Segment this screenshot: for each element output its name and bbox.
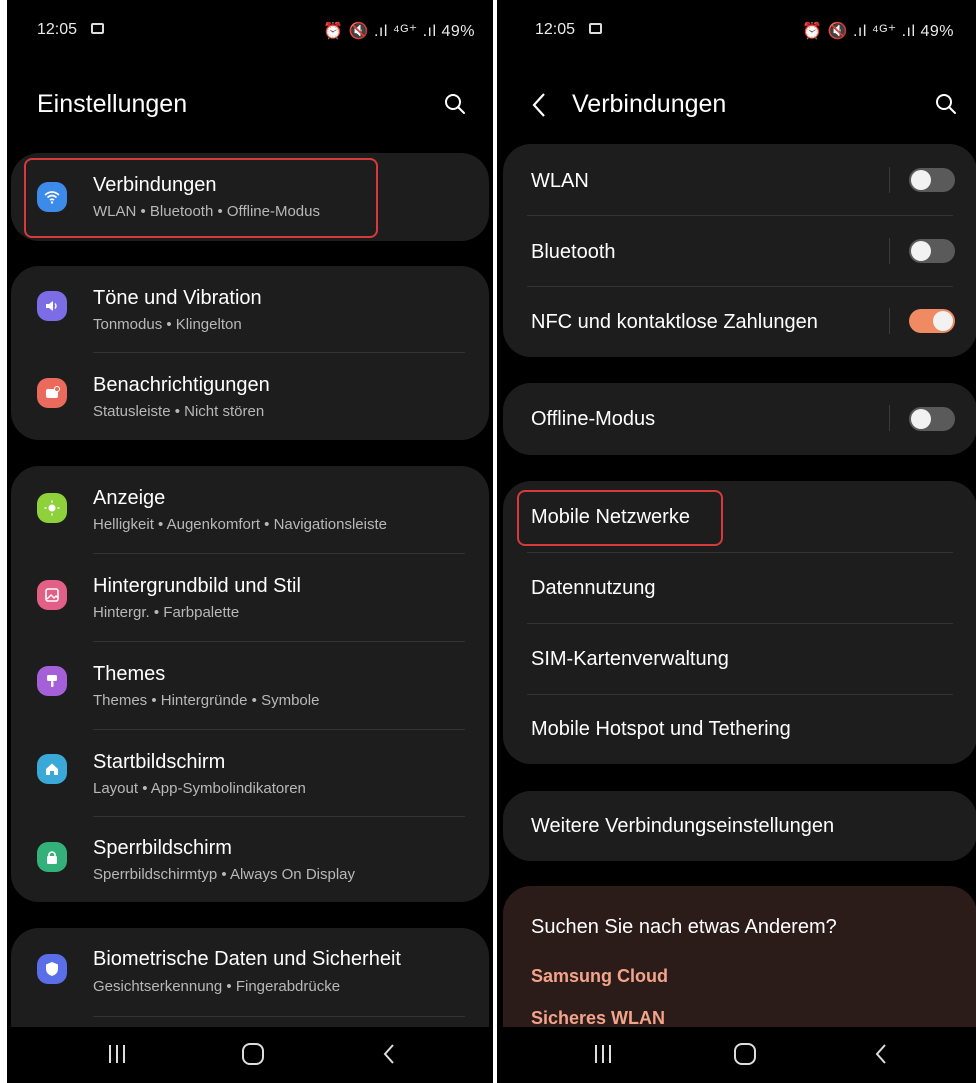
bluetooth-toggle[interactable] — [909, 239, 955, 263]
weitere-row[interactable]: Weitere Verbindungseinstellungen — [503, 791, 976, 861]
hotspot-row[interactable]: Mobile Hotspot und Tethering — [503, 695, 976, 764]
back-icon[interactable] — [873, 1043, 889, 1065]
settings-item-anzeige[interactable]: Anzeige Helligkeit • Augenkomfort • Navi… — [11, 466, 489, 553]
home-button-icon[interactable] — [733, 1043, 757, 1065]
gallery-notification-icon — [589, 23, 602, 34]
bluetooth-row[interactable]: Bluetooth — [503, 216, 976, 287]
search-icon[interactable] — [935, 93, 957, 115]
item-label: Mobile Hotspot und Tethering — [531, 718, 791, 740]
nfc-row[interactable]: NFC und kontaktlose Zahlungen — [503, 287, 976, 357]
offline-toggle[interactable] — [909, 407, 955, 431]
separator — [889, 308, 890, 334]
status-bar: 12:05 ⏰ 🔇 .ıl ⁴ᴳ⁺ .ıl 49% — [7, 18, 493, 42]
item-subtitle: Hintergr. • Farbpalette — [93, 604, 240, 621]
item-subtitle: Sperrbildschirmtyp • Always On Display — [93, 866, 356, 883]
separator — [889, 405, 890, 431]
toggle-group: WLAN Bluetooth NFC und kontaktlose Zahlu… — [503, 144, 976, 357]
settings-group-sound: Töne und Vibration Tonmodus • Klingelton… — [11, 266, 489, 440]
navigation-bar — [497, 1027, 976, 1083]
item-title: Anzeige — [93, 487, 166, 509]
settings-item-toene[interactable]: Töne und Vibration Tonmodus • Klingelton — [11, 266, 489, 353]
nfc-toggle[interactable] — [909, 309, 955, 333]
highlight-box-verbindungen — [24, 158, 378, 238]
shield-icon — [37, 954, 67, 984]
recent-apps-icon[interactable] — [593, 1043, 613, 1065]
brush-icon — [37, 666, 67, 696]
lock-icon — [37, 842, 67, 872]
connections-screen: 12:05 ⏰ 🔇 .ıl ⁴ᴳ⁺ .ıl 49% Verbindungen W… — [497, 0, 976, 1083]
item-label: SIM-Kartenverwaltung — [531, 648, 729, 670]
status-icons: ⏰ 🔇 .ıl ⁴ᴳ⁺ .ıl 49% — [323, 23, 475, 40]
item-subtitle: Statusleiste • Nicht stören — [93, 403, 265, 420]
item-title: Startbildschirm — [93, 751, 226, 773]
item-title: Themes — [93, 663, 166, 685]
gallery-notification-icon — [91, 23, 104, 34]
back-arrow-icon[interactable] — [531, 92, 547, 118]
page-title: Einstellungen — [37, 90, 188, 118]
bluetooth-label: Bluetooth — [531, 241, 616, 263]
offline-row[interactable]: Offline-Modus — [503, 383, 976, 455]
more-group: Weitere Verbindungseinstellungen — [503, 791, 976, 861]
back-icon[interactable] — [381, 1043, 397, 1065]
notification-icon — [37, 378, 67, 408]
item-subtitle: Helligkeit • Augenkomfort • Navigationsl… — [93, 516, 387, 533]
settings-item-hintergrundbild[interactable]: Hintergrundbild und Stil Hintergr. • Far… — [11, 554, 489, 641]
highlight-box-mobile-netzwerke — [517, 490, 723, 546]
wlan-toggle[interactable] — [909, 168, 955, 192]
item-title: Sperrbildschirm — [93, 837, 232, 859]
item-title: Hintergrundbild und Stil — [93, 575, 301, 597]
suggestion-link-sicheres-wlan[interactable]: Sicheres WLAN — [531, 1008, 665, 1029]
item-title: Töne und Vibration — [93, 287, 262, 309]
sun-icon — [37, 493, 67, 523]
sim-row[interactable]: SIM-Kartenverwaltung — [503, 624, 976, 694]
item-subtitle: Gesichtserkennung • Fingerabdrücke — [93, 978, 341, 995]
wlan-row[interactable]: WLAN — [503, 144, 976, 216]
item-subtitle: Tonmodus • Klingelton — [93, 316, 242, 333]
settings-item-benachrichtigungen[interactable]: Benachrichtigungen Statusleiste • Nicht … — [11, 353, 489, 440]
settings-item-biometrie[interactable]: Biometrische Daten und Sicherheit Gesich… — [11, 928, 489, 1018]
item-label: Weitere Verbindungseinstellungen — [531, 815, 835, 837]
home-button-icon[interactable] — [241, 1043, 265, 1065]
image-icon — [37, 580, 67, 610]
settings-screen: 12:05 ⏰ 🔇 .ıl ⁴ᴳ⁺ .ıl 49% Einstellungen … — [7, 0, 493, 1083]
settings-item-startbildschirm[interactable]: Startbildschirm Layout • App-Symbolindik… — [11, 730, 489, 817]
suggestion-title: Suchen Sie nach etwas Anderem? — [531, 916, 837, 938]
nfc-label: NFC und kontaktlose Zahlungen — [531, 311, 818, 333]
item-subtitle: Layout • App-Symbolindikatoren — [93, 780, 306, 797]
status-time: 12:05 — [535, 21, 576, 38]
settings-group-display: Anzeige Helligkeit • Augenkomfort • Navi… — [11, 466, 489, 902]
item-title: Benachrichtigungen — [93, 374, 270, 396]
home-icon — [37, 754, 67, 784]
offline-label: Offline-Modus — [531, 408, 656, 430]
separator — [889, 238, 890, 264]
separator — [889, 167, 890, 193]
status-time: 12:05 — [37, 21, 78, 38]
item-label: Datennutzung — [531, 577, 656, 599]
divider — [93, 1016, 465, 1017]
status-bar: 12:05 ⏰ 🔇 .ıl ⁴ᴳ⁺ .ıl 49% — [497, 18, 976, 42]
search-icon[interactable] — [444, 93, 466, 115]
volume-icon — [37, 291, 67, 321]
item-title: Biometrische Daten und Sicherheit — [93, 948, 401, 970]
recent-apps-icon[interactable] — [107, 1043, 127, 1065]
status-icons: ⏰ 🔇 .ıl ⁴ᴳ⁺ .ıl 49% — [802, 23, 954, 40]
suggestion-link-samsung-cloud[interactable]: Samsung Cloud — [531, 966, 668, 987]
navigation-bar — [7, 1027, 493, 1083]
datennutzung-row[interactable]: Datennutzung — [503, 553, 976, 623]
wlan-label: WLAN — [531, 170, 589, 192]
settings-item-sperrbildschirm[interactable]: Sperrbildschirm Sperrbildschirmtyp • Alw… — [11, 817, 489, 902]
item-subtitle: Themes • Hintergründe • Symbole — [93, 692, 320, 709]
offline-group: Offline-Modus — [503, 383, 976, 455]
page-title: Verbindungen — [572, 90, 727, 118]
settings-item-themes[interactable]: Themes Themes • Hintergründe • Symbole — [11, 642, 489, 729]
